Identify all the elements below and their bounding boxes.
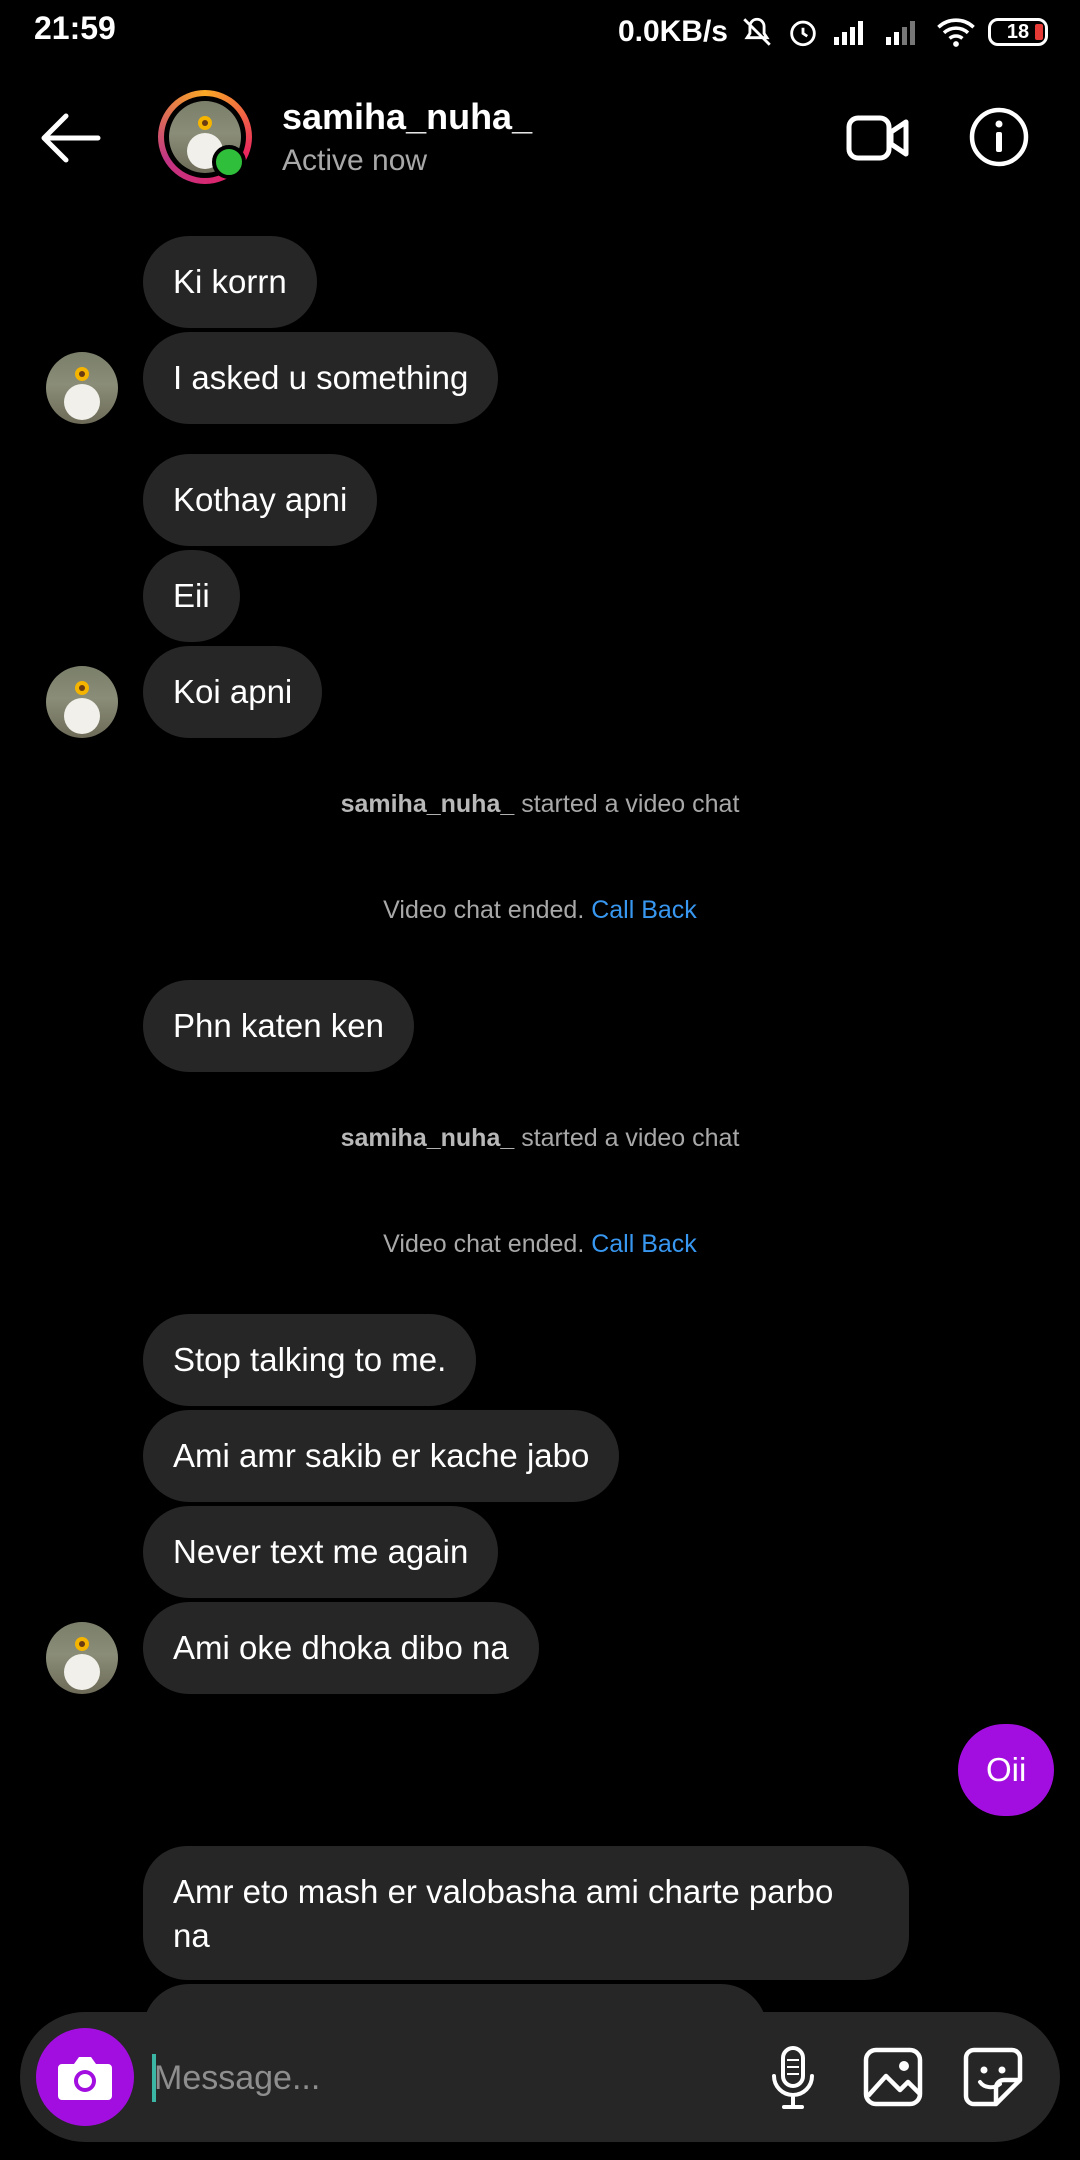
- gallery-icon[interactable]: [856, 2040, 930, 2114]
- message-bubble[interactable]: Ami amr sakib er kache jabo: [143, 1410, 620, 1502]
- chat-username[interactable]: samiha_nuha_: [282, 96, 532, 138]
- chat-header: samiha_nuha_ Active now: [0, 72, 1080, 202]
- call-back-link[interactable]: Call Back: [591, 1230, 697, 1258]
- status-time: 21:59: [34, 10, 116, 46]
- sticker-icon[interactable]: [956, 2040, 1030, 2114]
- wifi-icon: [937, 18, 975, 47]
- message-input[interactable]: [152, 2042, 716, 2114]
- camera-icon: [58, 2057, 112, 2100]
- notice-username[interactable]: samiha_nuha_: [341, 790, 515, 818]
- notice-username[interactable]: samiha_nuha_: [341, 1124, 515, 1152]
- message-bubble[interactable]: Koi apni: [143, 646, 323, 738]
- message-bubble[interactable]: Amr eto mash er valobasha ami charte par…: [143, 1846, 909, 1980]
- my-message-bubble[interactable]: Oii: [958, 1724, 1055, 1816]
- status-bar: 21:59 0.0KB/s 18: [0, 0, 1080, 64]
- info-icon[interactable]: [968, 106, 1030, 168]
- message-bubble[interactable]: Never text me again: [143, 1506, 499, 1598]
- message-bubble[interactable]: Eii: [143, 550, 240, 642]
- online-indicator: [212, 145, 246, 179]
- text-cursor: [152, 2054, 156, 2102]
- message-bubble[interactable]: Ami oke dhoka dibo na: [143, 1602, 539, 1694]
- sender-avatar[interactable]: [46, 352, 118, 424]
- sender-avatar[interactable]: [46, 666, 118, 738]
- message-bubble[interactable]: Kothay apni: [143, 454, 378, 546]
- net-speed: 0.0KB/s: [617, 15, 728, 48]
- status-icons: 0.0KB/s 18: [618, 10, 1048, 54]
- message-bubble[interactable]: I asked u something: [143, 332, 499, 424]
- message-bubble[interactable]: Stop talking to me.: [143, 1314, 477, 1406]
- sender-avatar[interactable]: [46, 1622, 118, 1694]
- video-chat-started-notice: samiha_nuha_ started a video chat: [340, 790, 740, 818]
- signal-icon: [886, 21, 915, 45]
- video-chat-ended-notice: Video chat ended. Call Back: [383, 896, 697, 924]
- back-arrow-icon[interactable]: [36, 108, 106, 168]
- message-composer: [20, 2012, 1060, 2142]
- signal-icon: [834, 21, 863, 45]
- video-chat-started-notice: samiha_nuha_ started a video chat: [340, 1124, 740, 1152]
- microphone-icon[interactable]: [756, 2040, 830, 2114]
- active-status: Active now: [282, 144, 428, 177]
- battery-level: 18: [1006, 20, 1030, 43]
- battery-icon: 18: [988, 18, 1048, 46]
- call-back-link[interactable]: Call Back: [591, 896, 697, 924]
- mute-icon: [743, 17, 771, 46]
- message-bubble[interactable]: Ki korrn: [143, 236, 317, 328]
- message-bubble[interactable]: Phn katen ken: [143, 980, 414, 1072]
- camera-button[interactable]: [36, 2028, 134, 2126]
- video-chat-ended-notice: Video chat ended. Call Back: [383, 1230, 697, 1258]
- video-call-icon[interactable]: [846, 112, 910, 164]
- alarm-icon: [790, 20, 816, 47]
